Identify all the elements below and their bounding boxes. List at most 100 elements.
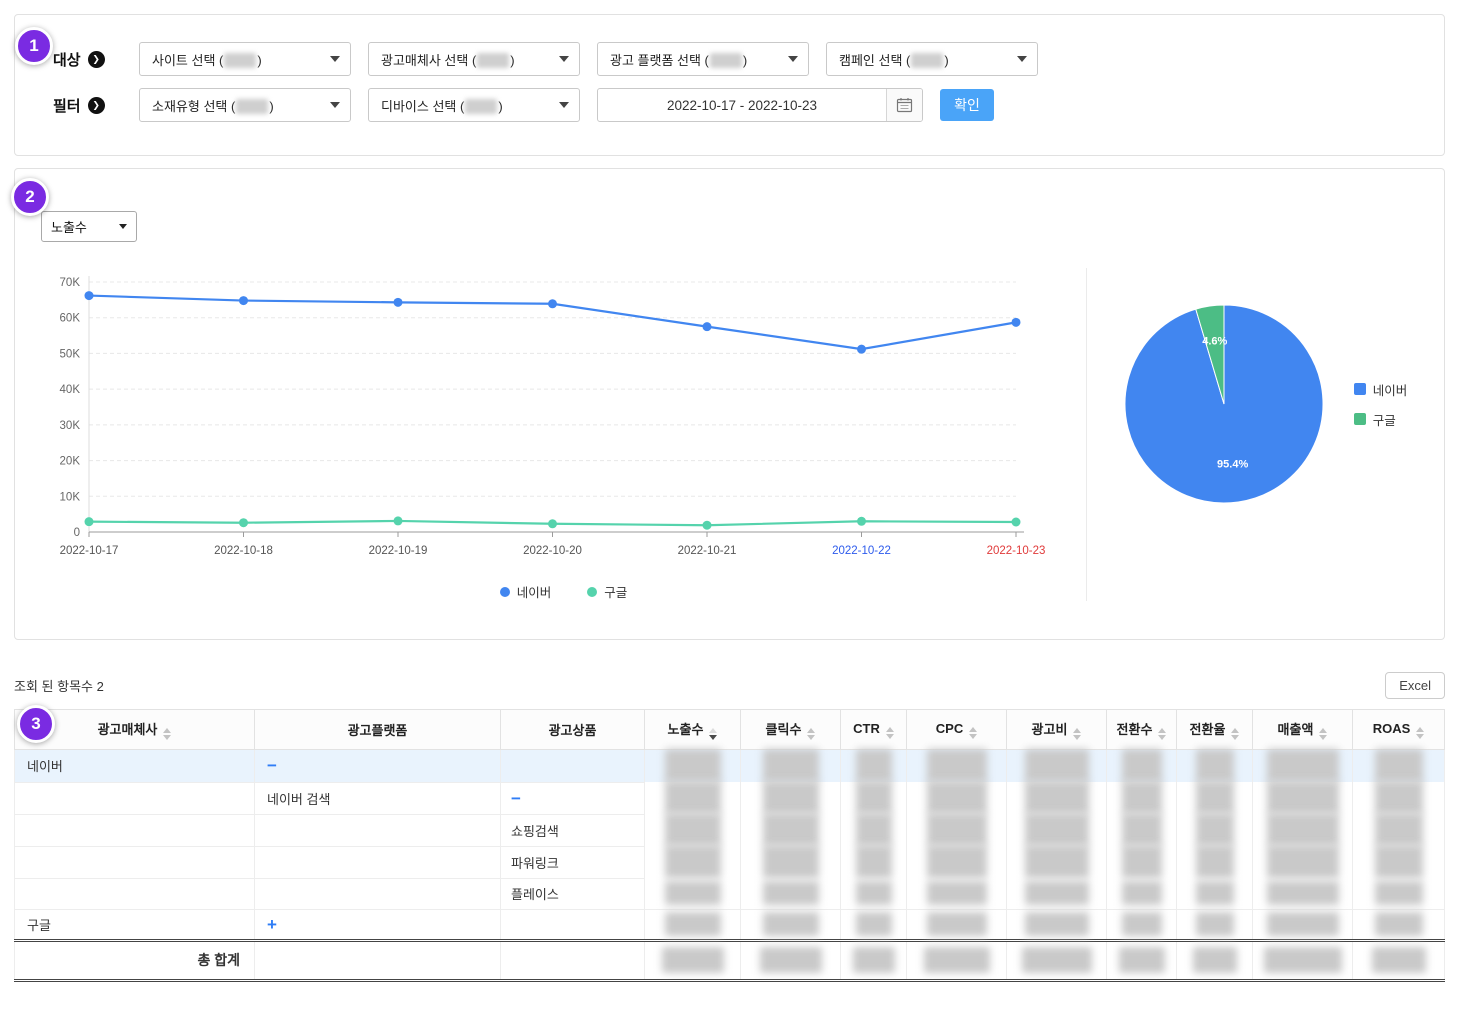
redacted-value [1375,845,1423,878]
redacted-value [1267,912,1339,936]
creative-type-select-dropdown[interactable]: 소재유형 선택 () [139,88,351,122]
redacted-value [927,749,987,782]
line-chart: 010K20K30K40K50K60K70K2022-10-172022-10-… [41,268,1041,570]
cell-value [907,782,1007,814]
cell-media: 구글 [15,909,255,940]
redacted-value [927,845,987,878]
cell-value [1107,750,1177,783]
sort-icon [1319,728,1327,740]
report-table: 광고매체사광고플랫폼광고상품노출수클릭수CTRCPC광고비전환수전환율매출액RO… [14,709,1445,982]
confirm-button[interactable]: 확인 [940,89,994,121]
cell-value [1177,750,1253,783]
cell-value [1107,782,1177,814]
cell-value [1007,750,1107,783]
collapse-row-toggle[interactable]: − [511,789,521,808]
column-header[interactable]: ROAS [1353,710,1445,750]
chevron-right-circle-icon [88,97,105,114]
svg-text:0: 0 [74,527,80,539]
calendar-button[interactable] [886,89,922,121]
cell-value [1107,846,1177,878]
column-header[interactable]: 전환수 [1107,710,1177,750]
cell-value [1177,814,1253,846]
dropdown-label: 광고 플랫폼 선택 () [610,50,747,69]
legend-item[interactable]: 네이버 [1354,380,1408,399]
cell-value [841,878,907,909]
cell-value [1107,909,1177,940]
svg-text:40K: 40K [60,384,81,396]
legend-item[interactable]: 네이버 [500,582,552,601]
site-select-dropdown[interactable]: 사이트 선택 () [139,42,351,76]
section-2-badge: 2 [11,178,49,216]
cell-empty [255,940,501,980]
excel-export-button[interactable]: Excel [1385,672,1445,699]
cell-value [1253,846,1353,878]
column-header[interactable]: 전환율 [1177,710,1253,750]
collapse-row-toggle[interactable]: − [267,756,277,775]
chevron-down-icon [1017,56,1027,62]
column-header-label: 전환율 [1190,722,1226,737]
redacted-value [760,947,822,973]
column-header[interactable]: 클릭수 [741,710,841,750]
cell-product: 쇼핑검색 [501,814,645,846]
redacted-value [665,749,721,782]
legend-marker-icon [1354,383,1366,395]
table-row: 파워링크 [15,846,1445,878]
platform-select-dropdown[interactable]: 광고 플랫폼 선택 () [597,42,809,76]
target-label: 대상 [39,49,139,70]
chevron-down-icon [119,224,127,229]
device-select-dropdown[interactable]: 디바이스 선택 () [368,88,580,122]
dropdown-label: 사이트 선택 () [152,50,262,69]
column-header-label: 노출수 [668,722,704,737]
column-header[interactable]: CTR [841,710,907,750]
redacted-value [763,881,819,905]
redacted-value [1025,845,1089,878]
redacted-value [763,813,819,846]
redacted-value [924,947,990,973]
calendar-icon [896,97,913,113]
redacted-value [1193,947,1237,973]
svg-text:70K: 70K [60,277,81,289]
date-range-picker[interactable]: 2022-10-17 - 2022-10-23 [597,88,923,122]
table-row: 구글 + [15,909,1445,940]
legend-label: 구글 [604,582,627,601]
svg-text:2022-10-23: 2022-10-23 [987,545,1046,557]
campaign-select-dropdown[interactable]: 캠페인 선택 () [826,42,1038,76]
filter-filter-row: 필터 소재유형 선택 () 디바이스 선택 () 2022-10-17 - 20… [39,88,1444,122]
cell-value [1253,878,1353,909]
sort-icon [1158,728,1166,740]
column-header[interactable]: 노출수 [645,710,741,750]
dropdown-label: 캠페인 선택 () [839,50,949,69]
cell-value [1253,909,1353,940]
cell-platform: + [255,909,501,940]
cell-value [1253,940,1353,980]
target-filter-row: 대상 사이트 선택 () 광고매체사 선택 () 광고 플랫폼 선택 () 캠페… [39,42,1444,76]
media-select-dropdown[interactable]: 광고매체사 선택 () [368,42,580,76]
redacted-text [465,99,497,114]
cell-value [741,940,841,980]
legend-item[interactable]: 구글 [1354,410,1408,429]
filter-label: 필터 [39,95,139,116]
cell-value [907,750,1007,783]
sort-icon [969,727,977,739]
column-header[interactable]: 광고비 [1007,710,1107,750]
legend-item[interactable]: 구글 [587,582,627,601]
column-header[interactable]: 매출액 [1253,710,1353,750]
expand-row-toggle[interactable]: + [267,915,277,934]
legend-marker-icon [500,587,510,597]
cell-value [1107,878,1177,909]
cell-value [1353,909,1445,940]
redacted-value [1267,781,1339,814]
column-header[interactable]: CPC [907,710,1007,750]
sort-icon [1416,727,1424,739]
column-header-label: CPC [936,721,963,736]
redacted-value [1267,881,1339,905]
chevron-down-icon [559,102,569,108]
redacted-text [477,53,509,68]
redacted-value [1122,845,1162,878]
metric-select[interactable]: 노출수 [41,211,137,242]
chevron-right-circle-icon [88,51,105,68]
svg-text:10K: 10K [60,491,81,503]
filter-panel: 대상 사이트 선택 () 광고매체사 선택 () 광고 플랫폼 선택 () 캠페… [14,14,1445,156]
pie-chart-area: 95.4%4.6% 네이버구글 [1087,268,1444,504]
redacted-value [665,912,721,936]
